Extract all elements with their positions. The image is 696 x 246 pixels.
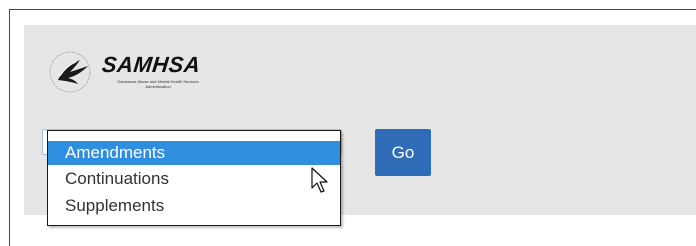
option-supplements[interactable]: Supplements bbox=[48, 192, 340, 219]
option-amendments[interactable]: Amendments bbox=[48, 141, 340, 165]
grant-type-listbox[interactable]: Amendments Continuations Supplements bbox=[47, 130, 341, 226]
logo-name: SAMHSA bbox=[100, 52, 202, 77]
hhs-eagle-icon bbox=[49, 51, 91, 93]
logo-subtitle: Substance Abuse and Mental Health Servic… bbox=[117, 79, 199, 89]
go-button[interactable]: Go bbox=[375, 129, 431, 176]
option-continuations[interactable]: Continuations bbox=[48, 165, 340, 192]
samhsa-logo: SAMHSA Substance Abuse and Mental Health… bbox=[46, 48, 226, 96]
arrow-cursor-icon bbox=[311, 167, 328, 193]
